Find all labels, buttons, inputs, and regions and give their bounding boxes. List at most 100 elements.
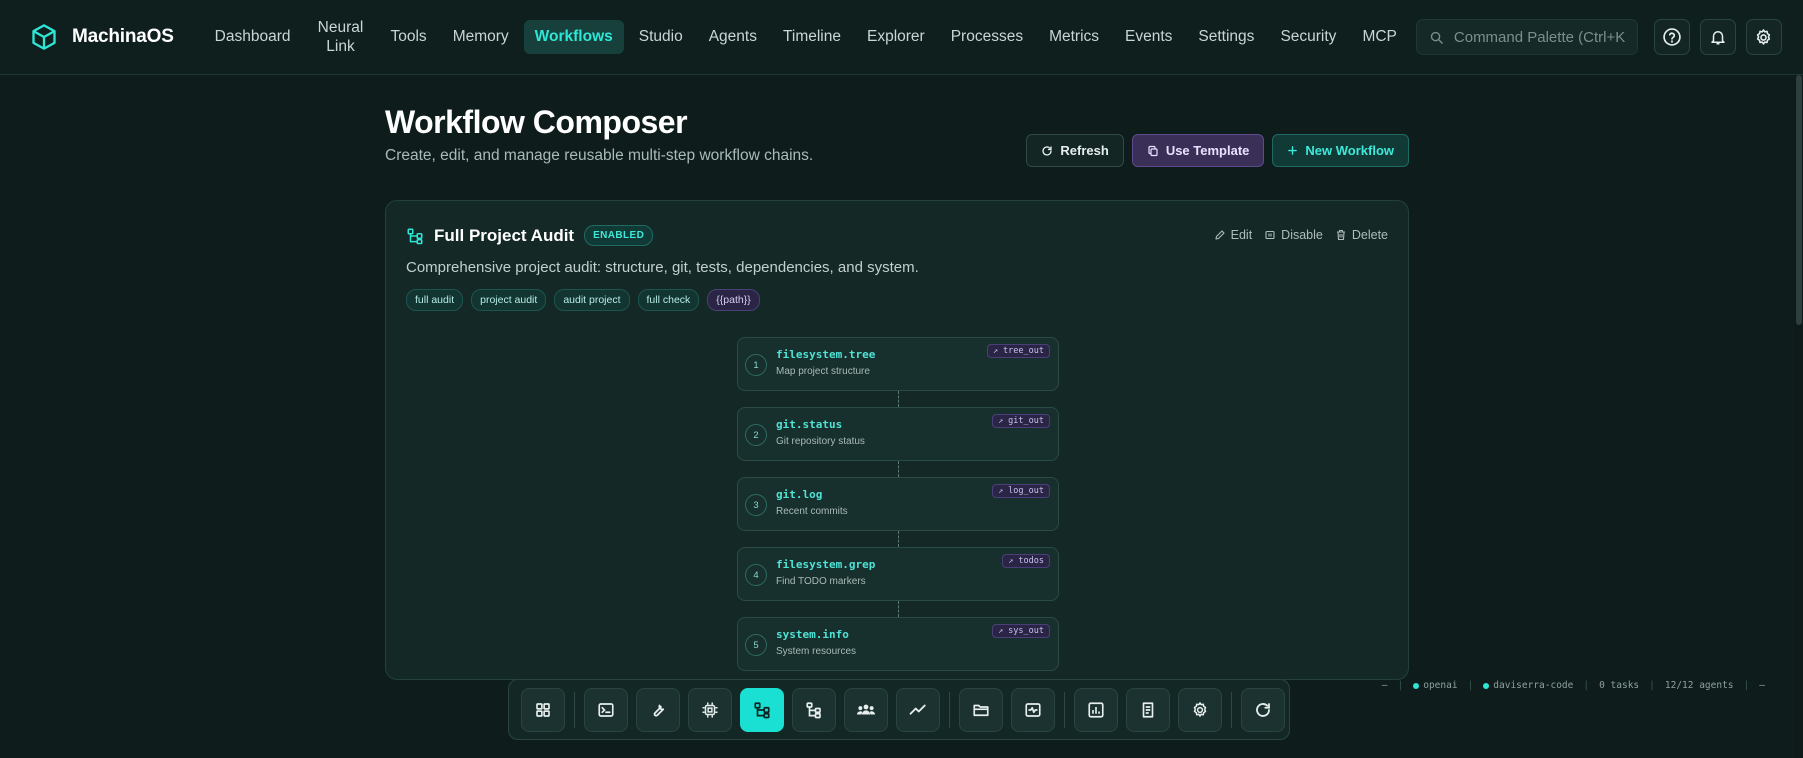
dock-terminal-button[interactable] — [584, 687, 628, 732]
dock-reload-button[interactable] — [1241, 687, 1285, 732]
new-workflow-button[interactable]: New Workflow — [1272, 134, 1409, 167]
folder-icon — [973, 704, 989, 716]
step-description: System resources — [776, 646, 857, 657]
gear-icon — [1193, 701, 1207, 717]
nav-metrics[interactable]: Metrics — [1038, 20, 1110, 53]
workflow-step[interactable]: 1 filesystem.tree Map project structure … — [737, 337, 1059, 407]
nav-memory[interactable]: Memory — [442, 20, 520, 53]
brand[interactable]: MachinaOS — [30, 23, 174, 51]
disable-button[interactable]: Disable — [1264, 228, 1323, 242]
step-description: Git repository status — [776, 436, 865, 447]
status-dot-icon — [1413, 682, 1420, 689]
workflow-step[interactable]: 5 system.info System resources ↗ sys_out — [737, 617, 1059, 671]
step-output-var: ↗ git_out — [991, 414, 1050, 428]
delete-label: Delete — [1351, 228, 1388, 242]
help-button[interactable] — [1653, 19, 1690, 55]
workflow-step[interactable]: 2 git.status Git repository status ↗ git… — [737, 407, 1059, 477]
status-separator: | — [1583, 680, 1590, 691]
step-description: Find TODO markers — [776, 576, 866, 587]
workflow-icon — [754, 701, 770, 718]
variable-tag: {{path}} — [707, 289, 760, 311]
use-template-button[interactable]: Use Template — [1131, 134, 1265, 167]
step-connector — [898, 601, 899, 617]
page-scrollbar[interactable] — [1795, 75, 1803, 758]
step-tool: git.log — [776, 488, 823, 501]
dock-divider — [574, 691, 575, 728]
refresh-icon — [1042, 145, 1053, 156]
nav-dashboard[interactable]: Dashboard — [204, 20, 302, 53]
tag: full check — [637, 289, 700, 311]
main-nav: Dashboard Neural Link Tools Memory Workf… — [204, 11, 1408, 64]
refresh-label: Refresh — [1060, 143, 1109, 158]
activity-icon — [1025, 702, 1041, 717]
edit-label: Edit — [1230, 228, 1253, 242]
settings-button[interactable] — [1745, 19, 1782, 55]
tag: project audit — [471, 289, 547, 311]
document-icon — [1142, 701, 1154, 718]
dock-tools-button[interactable] — [636, 687, 680, 732]
step-output-var: ↗ tree_out — [986, 344, 1050, 358]
delete-button[interactable]: Delete — [1335, 228, 1388, 242]
dock-processes-button[interactable] — [1011, 687, 1055, 732]
trash-icon — [1336, 229, 1345, 241]
trend-icon — [909, 704, 926, 715]
step-tool: filesystem.grep — [776, 558, 876, 571]
workflow-step[interactable]: 4 filesystem.grep Find TODO markers ↗ to… — [737, 547, 1059, 617]
pause-icon — [1265, 230, 1275, 240]
plus-icon — [1288, 146, 1298, 155]
command-palette-search[interactable] — [1415, 19, 1638, 55]
dock-workflows-button[interactable] — [740, 687, 784, 732]
nav-mcp[interactable]: MCP — [1351, 20, 1407, 53]
dock-reports-button[interactable] — [1074, 687, 1118, 732]
workflow-card: Full Project Audit ENABLED Edit Disable … — [385, 200, 1409, 680]
search-input[interactable] — [1453, 28, 1634, 46]
step-description: Recent commits — [776, 506, 848, 517]
dock-memory-button[interactable] — [688, 687, 732, 732]
dock-studio-button[interactable] — [792, 687, 836, 732]
nav-neural-link[interactable]: Neural Link — [306, 11, 376, 64]
hierarchy-icon — [806, 701, 821, 718]
step-output-var: ↗ todos — [1002, 554, 1050, 568]
trigger-tags: full audit project audit audit project f… — [406, 289, 760, 311]
status-separator: | — [1649, 680, 1655, 691]
dock-metrics-button[interactable] — [896, 687, 940, 732]
dock-settings-button[interactable] — [1178, 687, 1222, 732]
dock-logs-button[interactable] — [1126, 687, 1170, 732]
status-badge: ENABLED — [584, 225, 654, 246]
dock-explorer-button[interactable] — [959, 687, 1003, 732]
nav-studio[interactable]: Studio — [628, 20, 694, 53]
top-navbar: MachinaOS Dashboard Neural Link Tools Me… — [0, 0, 1803, 75]
nav-tools[interactable]: Tools — [380, 20, 438, 53]
search-icon — [1430, 31, 1443, 44]
bell-icon — [1711, 31, 1725, 45]
workflow-icon — [407, 228, 423, 244]
users-icon — [857, 704, 875, 714]
notifications-button[interactable] — [1699, 19, 1736, 55]
disable-label: Disable — [1281, 228, 1323, 242]
nav-agents[interactable]: Agents — [698, 20, 768, 53]
dock-agents-button[interactable] — [844, 687, 888, 732]
nav-timeline[interactable]: Timeline — [772, 20, 852, 53]
refresh-button[interactable]: Refresh — [1026, 134, 1124, 167]
nav-security[interactable]: Security — [1269, 20, 1347, 53]
workflow-steps: 1 filesystem.tree Map project structure … — [737, 337, 1059, 679]
workflow-actions: Edit Disable Delete — [1214, 228, 1388, 242]
status-dot-icon — [1483, 682, 1490, 689]
scrollbar-thumb[interactable] — [1796, 75, 1802, 325]
nav-events[interactable]: Events — [1114, 20, 1183, 53]
bar-chart-icon — [1088, 701, 1104, 718]
status-bar: – | openai | daviserra-code | 0 tasks | … — [1382, 680, 1765, 691]
step-number: 5 — [745, 634, 767, 656]
nav-settings[interactable]: Settings — [1187, 20, 1265, 53]
step-number: 1 — [745, 354, 767, 376]
cube-logo-icon — [32, 24, 56, 50]
help-icon — [1663, 28, 1681, 46]
nav-explorer[interactable]: Explorer — [856, 20, 936, 53]
step-output-var: ↗ sys_out — [991, 624, 1050, 638]
edit-button[interactable]: Edit — [1214, 228, 1253, 242]
nav-workflows[interactable]: Workflows — [523, 20, 624, 54]
step-tool: git.status — [776, 418, 843, 431]
dock-dashboard-button[interactable] — [521, 687, 565, 732]
nav-processes[interactable]: Processes — [940, 20, 1034, 53]
workflow-step[interactable]: 3 git.log Recent commits ↗ log_out — [737, 477, 1059, 547]
